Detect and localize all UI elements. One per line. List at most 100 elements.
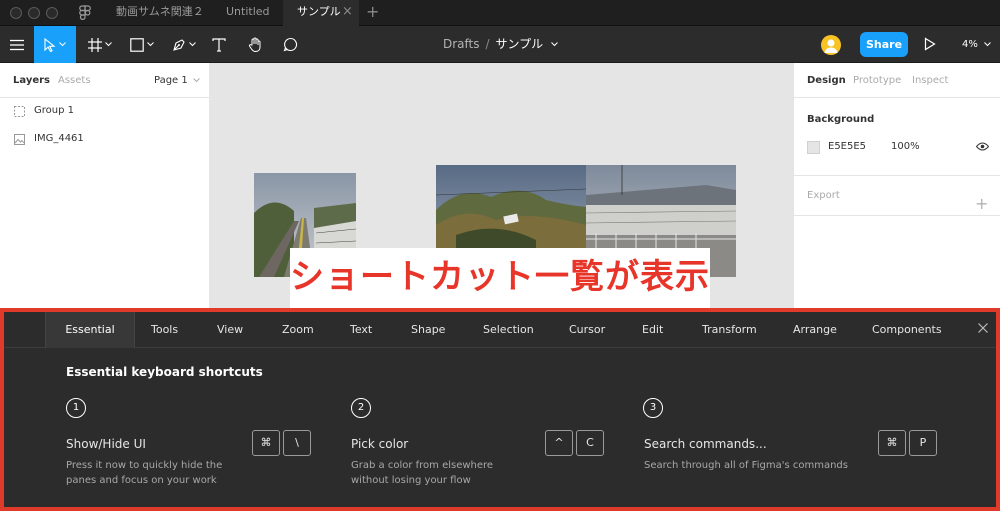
tab-selection[interactable]: Selection xyxy=(483,312,534,348)
tab-arrange[interactable]: Arrange xyxy=(793,312,837,348)
hand-icon xyxy=(248,37,260,52)
new-tab-icon[interactable]: + xyxy=(366,0,379,24)
breadcrumb-separator: / xyxy=(485,37,490,51)
chevron-down-icon xyxy=(189,42,196,47)
layer-row-group[interactable]: Group 1 xyxy=(0,98,210,126)
step-number-badge: 2 xyxy=(351,398,371,418)
eye-icon[interactable] xyxy=(976,142,989,151)
comment-tool-button[interactable] xyxy=(276,26,304,63)
tab-assets[interactable]: Assets xyxy=(58,75,91,86)
shortcut-category-tabs: Essential Tools View Zoom Text Shape Sel… xyxy=(4,312,996,348)
shortcut-description: Grab a color from elsewhere without losi… xyxy=(351,458,551,488)
title-bar: 動画サムネ関連２ Untitled サンプル × + xyxy=(0,0,1000,26)
layers-panel-tabs: Layers Assets Page 1 xyxy=(0,63,209,98)
description-line: Grab a color from elsewhere xyxy=(351,460,494,471)
layers-panel: Layers Assets Page 1 Group 1 IMG_4461 xyxy=(0,63,210,308)
frame-hash-icon xyxy=(88,37,102,52)
tab-shape[interactable]: Shape xyxy=(411,312,445,348)
pen-icon xyxy=(173,38,185,51)
add-export-icon[interactable]: + xyxy=(975,196,988,212)
background-hex-value[interactable]: E5E5E5 xyxy=(828,141,866,152)
avatar[interactable] xyxy=(821,35,841,55)
step-number-badge: 3 xyxy=(643,398,663,418)
export-title: Export xyxy=(807,190,840,201)
layer-label: IMG_4461 xyxy=(34,133,84,144)
properties-tabs: Design Prototype Inspect xyxy=(794,63,1000,98)
export-section: Export + xyxy=(794,176,1000,216)
chevron-down-icon xyxy=(59,42,66,47)
user-avatar-icon xyxy=(824,39,838,53)
layer-row-image[interactable]: IMG_4461 xyxy=(0,126,210,154)
chevron-down-icon xyxy=(193,77,200,82)
shortcut-description: Press it now to quickly hide the panes a… xyxy=(66,458,266,488)
chevron-down-icon xyxy=(147,42,154,47)
chevron-down-icon[interactable] xyxy=(551,42,558,47)
tab-zoom[interactable]: Zoom xyxy=(282,312,314,348)
background-color-swatch[interactable] xyxy=(807,141,820,154)
zoom-dropdown[interactable]: 4% xyxy=(962,26,991,63)
breadcrumb-file-name[interactable]: サンプル xyxy=(496,37,544,51)
main-menu-button[interactable] xyxy=(0,26,34,63)
step-number-badge: 1 xyxy=(66,398,86,418)
figma-logo-icon[interactable] xyxy=(79,5,91,21)
breadcrumb-drafts[interactable]: Drafts xyxy=(443,37,480,51)
toolbar: Drafts / サンプル Share 4% xyxy=(0,26,1000,63)
description-line: panes and focus on your work xyxy=(66,475,217,486)
chevron-down-icon xyxy=(984,41,991,46)
layer-label: Group 1 xyxy=(34,105,74,116)
canvas-caption-text[interactable]: ショートカット一覧が表示 xyxy=(290,249,710,298)
tab-view[interactable]: View xyxy=(217,312,243,348)
description-line: Search through all of Figma's commands xyxy=(644,460,848,471)
comment-bubble-icon xyxy=(283,37,297,52)
tab-layers[interactable]: Layers xyxy=(13,75,50,86)
tab-design[interactable]: Design xyxy=(807,75,846,86)
move-tool-button[interactable] xyxy=(34,26,76,63)
text-tool-button[interactable] xyxy=(206,26,232,63)
tab-components[interactable]: Components xyxy=(872,312,942,348)
shape-tool-button[interactable] xyxy=(124,26,160,63)
key-cap: ⌘ xyxy=(878,430,906,456)
hand-tool-button[interactable] xyxy=(241,26,269,63)
text-t-icon xyxy=(212,37,226,52)
properties-panel: Design Prototype Inspect Background E5E5… xyxy=(793,63,1000,308)
shortcuts-heading: Essential keyboard shortcuts xyxy=(66,365,263,379)
window-minimize-button[interactable] xyxy=(28,7,40,19)
pen-tool-button[interactable] xyxy=(166,26,202,63)
window-close-button[interactable] xyxy=(10,7,22,19)
tab-edit[interactable]: Edit xyxy=(642,312,663,348)
window-zoom-button[interactable] xyxy=(46,7,58,19)
key-cap: P xyxy=(909,430,937,456)
tab-prototype[interactable]: Prototype xyxy=(853,75,901,86)
page-selector[interactable]: Page 1 xyxy=(154,75,200,86)
close-icon[interactable] xyxy=(978,323,988,333)
tab-text[interactable]: Text xyxy=(350,312,372,348)
tab-close-icon[interactable]: × xyxy=(342,0,353,24)
tab-cursor[interactable]: Cursor xyxy=(569,312,605,348)
tab-label: Untitled xyxy=(226,5,270,18)
tab-inspect[interactable]: Inspect xyxy=(912,75,948,86)
key-cap: ⌘ xyxy=(252,430,280,456)
background-opacity-value[interactable]: 100% xyxy=(891,141,920,152)
canvas[interactable]: ショートカット一覧が表示 xyxy=(210,63,793,308)
description-line: without losing your flow xyxy=(351,475,471,486)
present-play-icon[interactable] xyxy=(924,37,936,51)
image-icon xyxy=(14,134,25,145)
tab-label: サンプル xyxy=(297,5,341,18)
tab-essential[interactable]: Essential xyxy=(45,312,135,348)
shortcut-title: Search commands... xyxy=(644,437,767,451)
tab-tools[interactable]: Tools xyxy=(151,312,178,348)
tab-file-1[interactable]: 動画サムネ関連２ xyxy=(100,0,210,26)
frame-dashed-icon xyxy=(14,106,25,117)
keyboard-shortcuts-panel: Essential Tools View Zoom Text Shape Sel… xyxy=(0,308,1000,511)
tab-file-2[interactable]: Untitled xyxy=(212,0,280,26)
key-cap: ^ xyxy=(545,430,573,456)
key-cap: \ xyxy=(283,430,311,456)
tab-transform[interactable]: Transform xyxy=(702,312,757,348)
shortcut-description: Search through all of Figma's commands xyxy=(644,458,874,473)
chevron-down-icon xyxy=(105,42,112,47)
page-name: Page 1 xyxy=(154,75,188,86)
share-button[interactable]: Share xyxy=(860,32,908,57)
frame-tool-button[interactable] xyxy=(82,26,118,63)
breadcrumb: Drafts / サンプル xyxy=(443,26,558,63)
key-cap: C xyxy=(576,430,604,456)
